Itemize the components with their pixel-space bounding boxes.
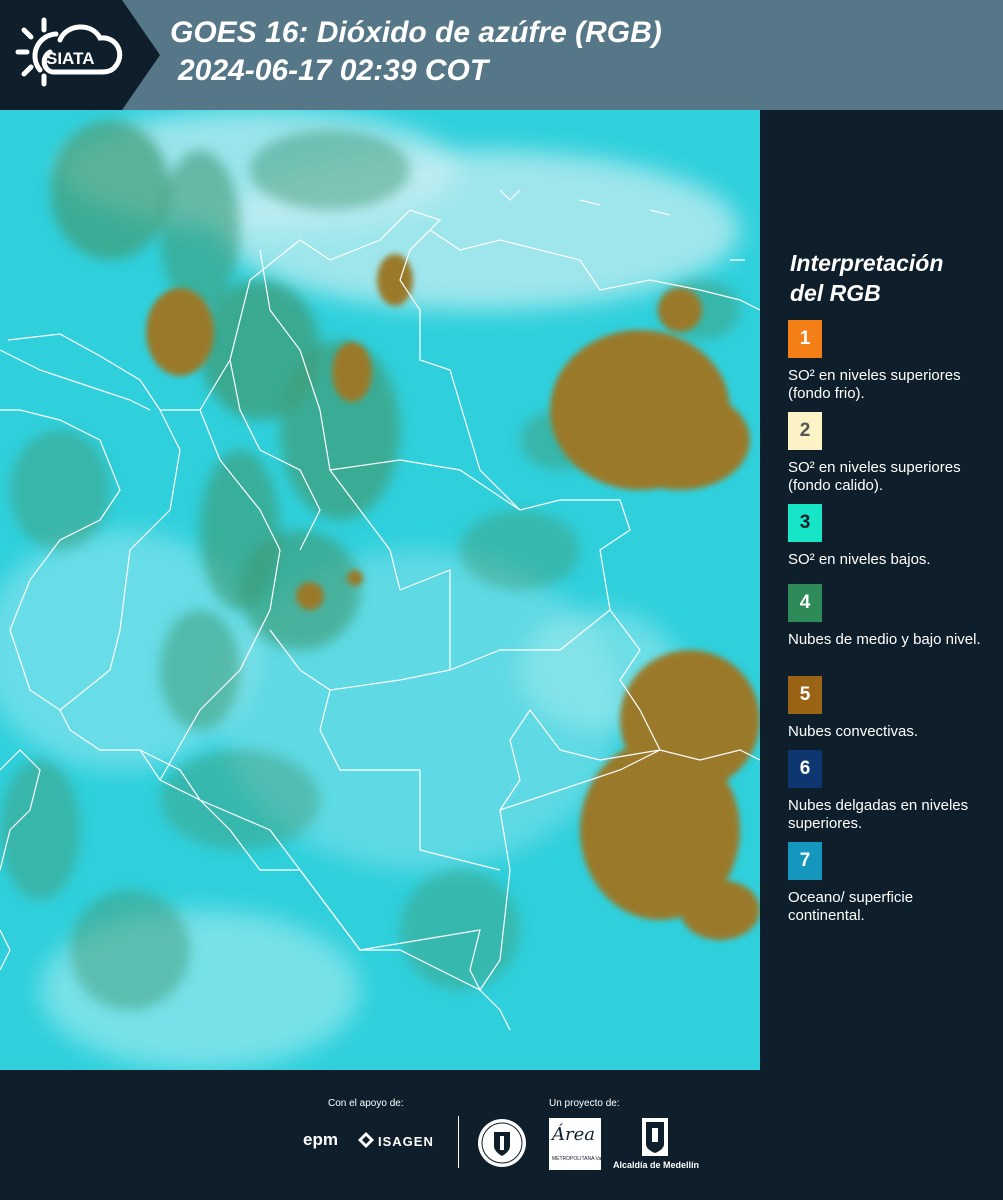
alcaldia-label: Alcaldía de Medellín <box>613 1160 700 1170</box>
area-metropolitana-text: Área <box>552 1124 595 1145</box>
legend-swatch-5: 5 <box>788 676 822 714</box>
legend-label-6: Nubes delgadas en niveles superiores. <box>788 797 969 832</box>
legend-panel: Interpretación del RGB 1 SO² en niveles … <box>760 110 1003 1070</box>
legend-item-4: 4 Nubes de medio y bajo nivel. <box>788 584 988 649</box>
support-label: Con el apoyo de: <box>328 1098 404 1109</box>
legend-label-3: SO² en niveles bajos. <box>788 551 931 568</box>
legend-item-6: 6 Nubes delgadas en niveles superiores. <box>788 750 988 833</box>
legend-swatch-3: 3 <box>788 504 822 542</box>
legend-label-2: SO² en niveles superiores (fondo calido)… <box>788 459 961 494</box>
legend-title-line2: del RGB <box>790 280 881 306</box>
legend-item-7: 7 Oceano/ superficie continental. <box>788 842 988 925</box>
legend-swatch-7: 7 <box>788 842 822 880</box>
legend-number-4: 4 <box>799 592 811 613</box>
legend-title-line1: Interpretación <box>790 250 944 276</box>
legend-label-5: Nubes convectivas. <box>788 723 919 740</box>
isagen-icon <box>358 1132 374 1148</box>
legend-number-2: 2 <box>799 420 811 441</box>
legend-swatch-4: 4 <box>788 584 822 622</box>
page-title: GOES 16: Dióxido de azúfre (RGB) 2024-06… <box>170 14 662 90</box>
alcaldia-shield-icon <box>642 1118 668 1156</box>
legend-number-6: 6 <box>799 758 811 779</box>
legend-label-1: SO² en niveles superiores (fondo frio). <box>788 367 961 402</box>
logo-block: SIATA <box>0 0 160 110</box>
title-timestamp: 2024-06-17 02:39 COT <box>178 54 489 87</box>
medellin-seal-icon <box>478 1119 526 1167</box>
legend-label-7: Oceano/ superficie continental. <box>788 889 914 924</box>
legend-number-7: 7 <box>799 850 811 871</box>
siata-logo: SIATA <box>15 17 123 87</box>
map-canvas <box>0 110 760 1070</box>
legend-item-1: 1 SO² en niveles superiores (fondo frio)… <box>788 320 988 403</box>
footer-divider <box>458 1116 459 1168</box>
legend-title: Interpretación del RGB <box>790 248 990 308</box>
legend-number-1: 1 <box>799 328 811 349</box>
title-product: GOES 16: Dióxido de azúfre (RGB) <box>170 16 662 49</box>
project-label: Un proyecto de: <box>549 1098 620 1109</box>
legend-label-4: Nubes de medio y bajo nivel. <box>788 631 981 648</box>
isagen-logo: ISAGEN <box>378 1134 434 1149</box>
legend-swatch-6: 6 <box>788 750 822 788</box>
header-bar: SIATA GOES 16: Dióxido de azúfre (RGB) 2… <box>0 0 1003 110</box>
legend-swatch-1: 1 <box>788 320 822 358</box>
legend-item-3: 3 SO² en niveles bajos. <box>788 504 988 569</box>
legend-swatch-2: 2 <box>788 412 822 450</box>
svg-text:SIATA: SIATA <box>46 49 94 68</box>
epm-logo: epm <box>303 1130 338 1149</box>
satellite-map <box>0 110 760 1070</box>
legend-number-3: 3 <box>799 512 811 533</box>
legend-item-2: 2 SO² en niveles superiores (fondo calid… <box>788 412 988 495</box>
legend-item-5: 5 Nubes convectivas. <box>788 676 988 741</box>
footer: Con el apoyo de: Un proyecto de: epm ISA… <box>0 1070 1003 1200</box>
legend-number-5: 5 <box>799 684 811 705</box>
